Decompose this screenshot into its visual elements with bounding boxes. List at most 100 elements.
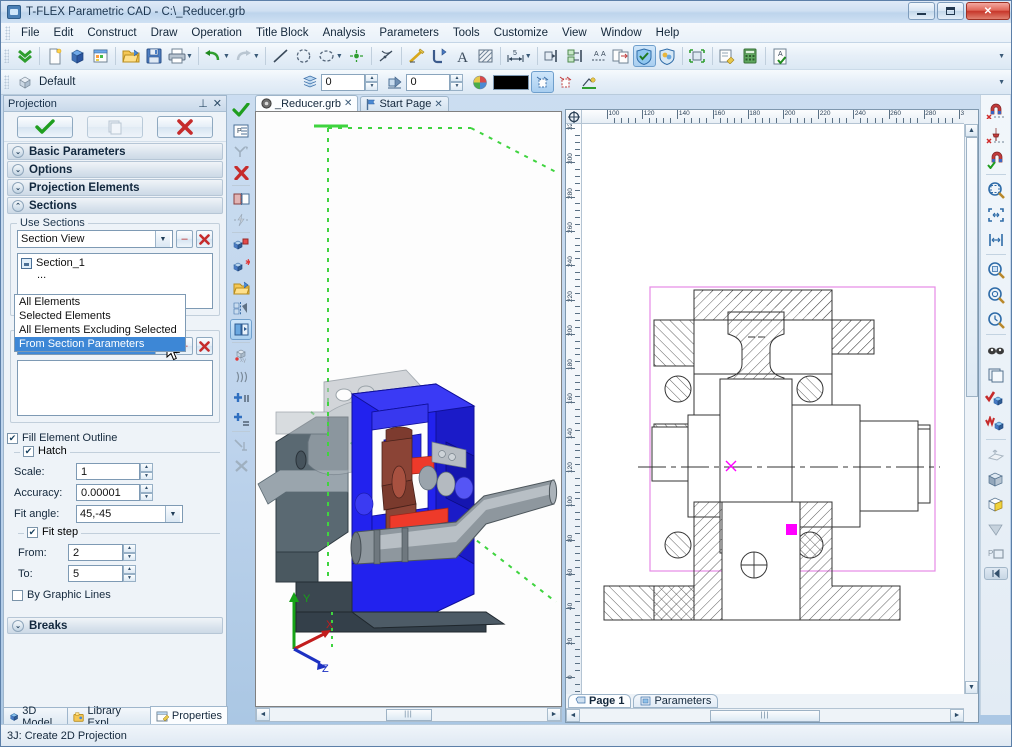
- shield-colored-icon[interactable]: [656, 45, 679, 67]
- fit-angle-combo[interactable]: 45,-45 ▼: [76, 505, 183, 523]
- menu-analysis[interactable]: Analysis: [316, 25, 373, 41]
- preview-button[interactable]: [87, 116, 143, 138]
- calculator-icon[interactable]: [739, 45, 762, 67]
- drawing-2d-viewport[interactable]: [582, 124, 964, 694]
- scroll-thumb-v[interactable]: [966, 137, 978, 397]
- cube-select-icon[interactable]: [230, 235, 252, 256]
- cross-icon[interactable]: [230, 455, 252, 476]
- fill-element-outline-checkbox[interactable]: ✔ Fill Element Outline: [7, 432, 226, 444]
- tangent-icon[interactable]: [375, 45, 398, 67]
- offset-icon[interactable]: [230, 366, 252, 387]
- scroll-down-arrow[interactable]: ▼: [965, 681, 978, 694]
- scroll-right-arrow[interactable]: ►: [547, 708, 561, 721]
- toolbar-overflow-caret[interactable]: ▼: [998, 53, 1005, 60]
- accuracy-spinner[interactable]: ▲▼: [140, 484, 153, 501]
- construction-off-icon[interactable]: [554, 71, 577, 93]
- page-tab-page-1[interactable]: Page 1: [568, 694, 631, 708]
- menu-file[interactable]: File: [14, 25, 47, 41]
- new-3d-model-icon[interactable]: [66, 45, 89, 67]
- scroll-thumb[interactable]: |||: [386, 709, 432, 721]
- shield-blue-icon[interactable]: [633, 45, 656, 67]
- chevron-down-icon[interactable]: ▼: [155, 231, 170, 247]
- section-header-basic-parameters[interactable]: ⌄ Basic Parameters: [7, 143, 223, 160]
- check-cube-icon[interactable]: [983, 387, 1009, 412]
- menu-window[interactable]: Window: [594, 25, 649, 41]
- chevron-down-icon[interactable]: ▼: [165, 506, 180, 522]
- menu-construct[interactable]: Construct: [80, 25, 143, 41]
- close-icon[interactable]: ✕: [213, 97, 222, 110]
- toolbar2-grip[interactable]: [4, 75, 9, 89]
- menu-operation[interactable]: Operation: [184, 25, 249, 41]
- scroll-right-arrow[interactable]: ►: [950, 709, 964, 722]
- menu-draw[interactable]: Draw: [144, 25, 185, 41]
- red-cross-icon[interactable]: [230, 162, 252, 183]
- menu-help[interactable]: Help: [649, 25, 687, 41]
- apply-to-dropdown-list[interactable]: All Elements Selected Elements All Eleme…: [14, 294, 186, 352]
- new-from-template-icon[interactable]: [89, 45, 112, 67]
- layers-icon[interactable]: [983, 362, 1009, 387]
- priority-spinner[interactable]: ▲▼: [450, 74, 463, 91]
- undo-icon[interactable]: [202, 45, 225, 67]
- page-tab-parameters[interactable]: Parameters: [633, 694, 718, 708]
- tab-library-explorer[interactable]: Library Expl...: [67, 707, 151, 725]
- print-icon[interactable]: [165, 45, 188, 67]
- from-spinner[interactable]: ▲▼: [123, 544, 136, 561]
- zoom-window-icon[interactable]: [983, 177, 1009, 202]
- open-folder-icon[interactable]: [230, 277, 252, 298]
- priority-value-input[interactable]: 0: [406, 74, 450, 91]
- line-icon[interactable]: [269, 45, 292, 67]
- model-view-hscrollbar[interactable]: ◄ ||| ►: [255, 707, 562, 722]
- cube-point-icon[interactable]: xy: [230, 345, 252, 366]
- collapse-icon[interactable]: [984, 567, 1008, 580]
- view-cube-icon[interactable]: [983, 467, 1009, 492]
- align-distribute-icon[interactable]: [564, 45, 587, 67]
- minimize-button[interactable]: [908, 2, 935, 20]
- use-sections-combo[interactable]: Section View ▼: [17, 230, 173, 248]
- fit-width-icon[interactable]: [983, 227, 1009, 252]
- expand-down-icon[interactable]: [13, 45, 36, 67]
- pin-icon[interactable]: ⊥: [198, 97, 208, 110]
- scroll-thumb-h[interactable]: |||: [710, 710, 820, 722]
- cancel-button[interactable]: [157, 116, 213, 138]
- scale-input[interactable]: 1: [76, 463, 140, 480]
- flatten-icon[interactable]: [983, 442, 1009, 467]
- magnet-off-icon[interactable]: [983, 97, 1009, 122]
- current-color-swatch[interactable]: [493, 75, 529, 90]
- ellipse-icon[interactable]: [315, 45, 338, 67]
- zoom-in-icon[interactable]: [983, 257, 1009, 282]
- open-folder-icon[interactable]: [119, 45, 142, 67]
- maximize-button[interactable]: [937, 2, 964, 20]
- lightning-icon[interactable]: [230, 209, 252, 230]
- menu-title-block[interactable]: Title Block: [249, 25, 316, 41]
- properties-list-icon[interactable]: P: [230, 120, 252, 141]
- vertical-ruler[interactable]: 3203002802602402202001801601401201008060…: [566, 124, 582, 694]
- dimension-icon[interactable]: 5: [504, 45, 527, 67]
- use-sections-delete-button[interactable]: [196, 230, 213, 248]
- close-icon[interactable]: ✕: [344, 98, 352, 109]
- fit-all-icon[interactable]: [983, 202, 1009, 227]
- cube-new-icon[interactable]: ✱: [230, 256, 252, 277]
- fragment-icon[interactable]: [686, 45, 709, 67]
- check-double-cube-icon[interactable]: [983, 412, 1009, 437]
- dropdown-option-all-elements[interactable]: All Elements: [15, 295, 185, 309]
- save-icon[interactable]: [142, 45, 165, 67]
- perpendicular-icon[interactable]: [230, 434, 252, 455]
- tab-reducer-grb[interactable]: _Reducer.grb ✕: [255, 95, 358, 111]
- share-nodes-icon[interactable]: [230, 141, 252, 162]
- section-view-icon[interactable]: [230, 188, 252, 209]
- toolbar2-overflow-caret[interactable]: ▼: [998, 79, 1005, 86]
- text-icon[interactable]: A: [451, 45, 474, 67]
- list-item[interactable]: Section_1: [21, 257, 209, 269]
- glasses-icon[interactable]: [983, 337, 1009, 362]
- view-cube-yellow-icon[interactable]: [983, 492, 1009, 517]
- section-header-sections[interactable]: ⌃ Sections: [7, 197, 223, 214]
- tab-start-page[interactable]: Start Page ✕: [360, 96, 448, 111]
- menu-tools[interactable]: Tools: [446, 25, 487, 41]
- zoom-selection-icon[interactable]: [983, 282, 1009, 307]
- horizontal-ruler[interactable]: 100120140160180200220240260280300: [582, 110, 964, 124]
- page-frame-icon[interactable]: P: [983, 542, 1009, 567]
- apply-to-delete-button[interactable]: [196, 337, 213, 355]
- path-icon[interactable]: [428, 45, 451, 67]
- scroll-left-arrow[interactable]: ◄: [566, 709, 580, 722]
- section-active-icon[interactable]: [230, 319, 252, 340]
